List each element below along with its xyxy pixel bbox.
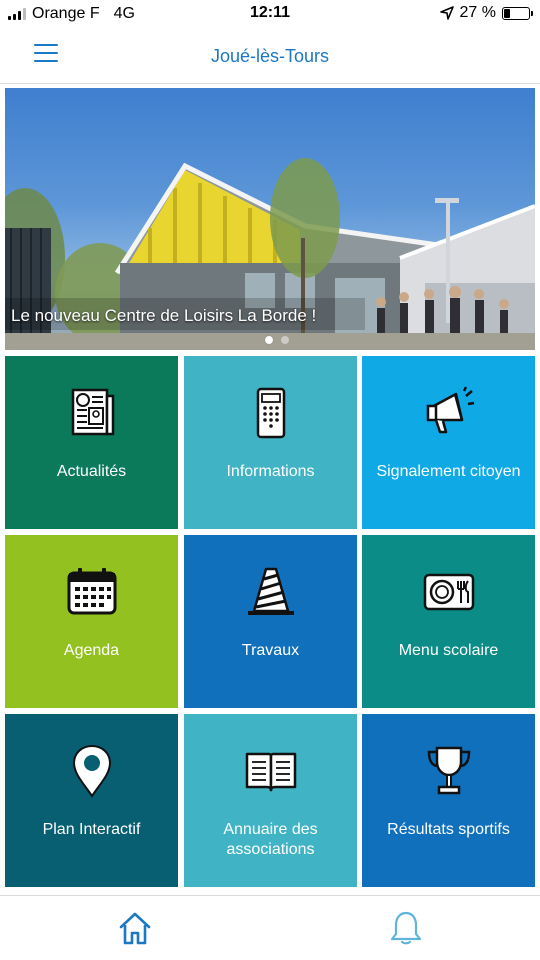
- carousel-dots: [0, 336, 540, 346]
- calendar-icon: [65, 565, 119, 619]
- megaphone-icon: [422, 386, 476, 440]
- tile-traffic-cone[interactable]: Travaux: [184, 535, 357, 708]
- carousel-dot[interactable]: [281, 336, 289, 344]
- tile-megaphone[interactable]: Signalement citoyen: [362, 356, 535, 529]
- tile-label: Résultats sportifs: [387, 821, 510, 838]
- tile-plate-cutlery[interactable]: Menu scolaire: [362, 535, 535, 708]
- map-pin-icon: [65, 744, 119, 798]
- page-title: Joué-lès-Tours: [210, 46, 330, 66]
- tile-trophy[interactable]: Résultats sportifs: [362, 714, 535, 887]
- traffic-cone-icon: [244, 565, 298, 619]
- battery-icon: [502, 6, 533, 20]
- notifications-button[interactable]: [386, 910, 426, 946]
- plate-cutlery-icon: [422, 565, 476, 619]
- carousel-dot-active[interactable]: [265, 336, 273, 344]
- tile-label: Agenda: [63, 642, 120, 659]
- location-arrow-icon: [439, 6, 454, 20]
- phone-keypad-icon: [244, 386, 298, 440]
- tile-open-book[interactable]: Annuaire des associations: [184, 714, 357, 887]
- status-bar: Orange F 4G 12:11 27 %: [0, 0, 540, 30]
- tile-label: Informations: [226, 463, 315, 480]
- tile-map-pin[interactable]: Plan Interactif: [5, 714, 178, 887]
- tile-phone-keypad[interactable]: Informations: [184, 356, 357, 529]
- tile-label: Annuaire des associations: [223, 821, 318, 858]
- tile-label: Menu scolaire: [398, 642, 499, 659]
- status-right: 27 %: [439, 4, 533, 22]
- trophy-icon: [422, 744, 476, 798]
- bell-icon: [390, 911, 422, 945]
- tile-label: Plan Interactif: [42, 821, 141, 838]
- battery-percent: 27 %: [459, 4, 496, 21]
- app-header: Joué-lès-Tours: [0, 30, 540, 84]
- home-button[interactable]: [115, 910, 155, 946]
- tile-calendar[interactable]: Agenda: [5, 535, 178, 708]
- tile-label: Actualités: [56, 463, 127, 480]
- hero-carousel[interactable]: Le nouveau Centre de Loisirs La Borde !: [5, 88, 535, 350]
- bottom-nav: [0, 895, 540, 960]
- tile-label: Signalement citoyen: [376, 463, 521, 480]
- newspaper-icon: [65, 386, 119, 440]
- tile-newspaper[interactable]: Actualités: [5, 356, 178, 529]
- hero-caption: Le nouveau Centre de Loisirs La Borde !: [11, 306, 317, 325]
- home-icon: [119, 912, 151, 945]
- open-book-icon: [244, 744, 298, 798]
- tile-label: Travaux: [241, 642, 300, 659]
